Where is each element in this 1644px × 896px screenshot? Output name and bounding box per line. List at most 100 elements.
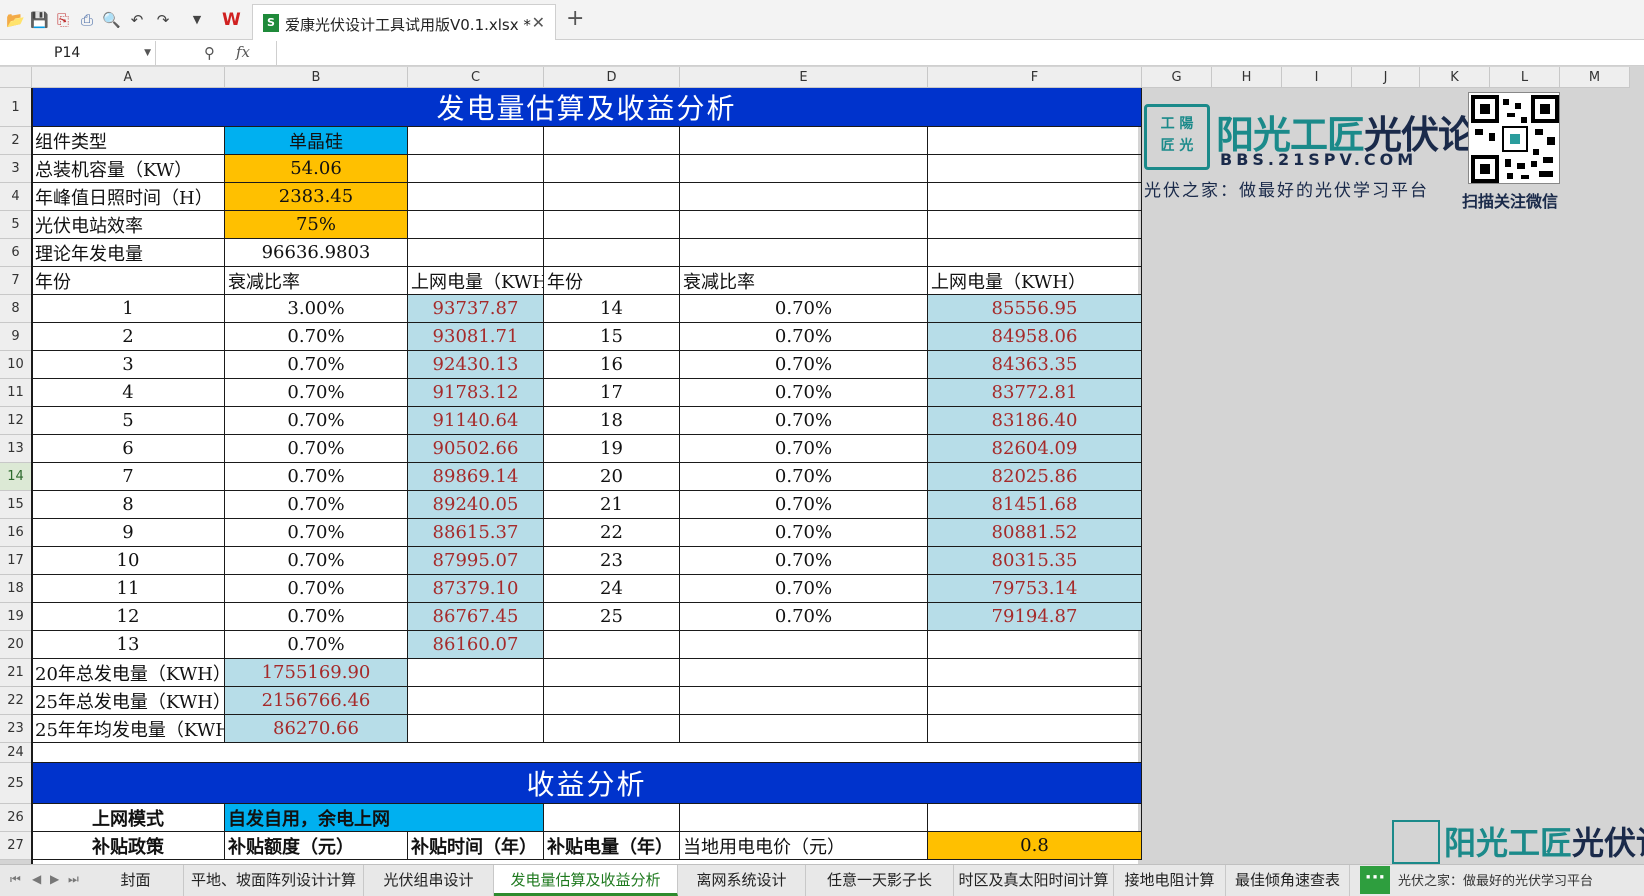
empty-cell[interactable]	[928, 211, 1142, 239]
row-header-24[interactable]: 24	[0, 743, 32, 763]
power-cell[interactable]: 92430.13	[408, 351, 544, 379]
year-cell[interactable]: 3	[32, 351, 225, 379]
column-header-i[interactable]: I	[1282, 67, 1352, 88]
empty-row[interactable]	[32, 743, 1142, 763]
empty-cell[interactable]	[928, 155, 1142, 183]
power-cell[interactable]: 84958.06	[928, 323, 1142, 351]
header-grid-power-2[interactable]: 上网电量（KWH）	[928, 267, 1142, 295]
row-header-4[interactable]: 4	[0, 183, 32, 211]
print-icon[interactable]: ⎙	[78, 11, 96, 29]
sheet-tab[interactable]: 离网系统设计	[678, 865, 806, 896]
column-header-g[interactable]: G	[1142, 67, 1212, 88]
subsidy-amount-label[interactable]: 补贴额度（元）	[225, 832, 408, 860]
row-header-8[interactable]: 8	[0, 295, 32, 323]
row-header-25[interactable]: 25	[0, 763, 32, 804]
param-value[interactable]: 单晶硅	[225, 127, 408, 155]
first-sheet-icon[interactable]: ⏮	[10, 872, 21, 887]
empty-cell[interactable]	[680, 127, 928, 155]
empty-cell[interactable]	[544, 687, 680, 715]
sheet-tab[interactable]: 光伏组串设计	[364, 865, 494, 896]
row-header-11[interactable]: 11	[0, 379, 32, 407]
year-cell[interactable]: 16	[544, 351, 680, 379]
year-cell[interactable]: 20	[544, 463, 680, 491]
row-header-1[interactable]: 1	[0, 88, 32, 127]
row-header-12[interactable]: 12	[0, 407, 32, 435]
empty-cell[interactable]	[680, 804, 928, 832]
power-cell[interactable]: 89240.05	[408, 491, 544, 519]
power-cell[interactable]: 80315.35	[928, 547, 1142, 575]
power-cell[interactable]: 86767.45	[408, 603, 544, 631]
sheet-tab[interactable]: 封面	[88, 865, 184, 896]
year-cell[interactable]: 6	[32, 435, 225, 463]
year-cell[interactable]: 9	[32, 519, 225, 547]
column-header-h[interactable]: H	[1212, 67, 1282, 88]
column-header-a[interactable]: A	[32, 67, 225, 88]
year-cell[interactable]: 11	[32, 575, 225, 603]
empty-cell[interactable]	[680, 715, 928, 743]
power-cell[interactable]: 88615.37	[408, 519, 544, 547]
total-20y-label[interactable]: 20年总发电量（KWH）	[32, 659, 225, 687]
empty-cell[interactable]	[408, 155, 544, 183]
row-header-15[interactable]: 15	[0, 491, 32, 519]
param-value[interactable]: 2383.45	[225, 183, 408, 211]
empty-cell[interactable]	[544, 211, 680, 239]
power-cell[interactable]: 93737.87	[408, 295, 544, 323]
decay-cell[interactable]: 0.70%	[680, 295, 928, 323]
power-cell[interactable]: 87379.10	[408, 575, 544, 603]
row-header-5[interactable]: 5	[0, 211, 32, 239]
new-tab-button[interactable]: +	[566, 8, 584, 30]
export-pdf-icon[interactable]: ⎘	[54, 11, 72, 29]
power-cell[interactable]: 91140.64	[408, 407, 544, 435]
empty-cell[interactable]	[408, 687, 544, 715]
decay-cell[interactable]: 0.70%	[680, 407, 928, 435]
row-header-23[interactable]: 23	[0, 715, 32, 743]
row-header-18[interactable]: 18	[0, 575, 32, 603]
row-header-17[interactable]: 17	[0, 547, 32, 575]
avg-25y-label[interactable]: 25年年均发电量（KWH	[32, 715, 225, 743]
print-preview-icon[interactable]: 🔍	[102, 11, 121, 29]
total-20y-value[interactable]: 1755169.90	[225, 659, 408, 687]
sheet-tab[interactable]: 平地、坡面阵列设计计算	[184, 865, 364, 896]
power-cell[interactable]: 84363.35	[928, 351, 1142, 379]
formula-input[interactable]	[276, 41, 1644, 65]
local-price-value[interactable]: 0.8	[928, 832, 1142, 860]
next-sheet-icon[interactable]: ▶	[50, 872, 59, 886]
empty-cell[interactable]	[928, 715, 1142, 743]
year-cell[interactable]: 12	[32, 603, 225, 631]
decay-cell[interactable]: 0.70%	[225, 323, 408, 351]
empty-cell[interactable]	[680, 631, 928, 659]
year-cell[interactable]: 24	[544, 575, 680, 603]
column-header-d[interactable]: D	[544, 67, 680, 88]
empty-cell[interactable]	[408, 183, 544, 211]
empty-cell[interactable]	[680, 659, 928, 687]
year-cell[interactable]: 7	[32, 463, 225, 491]
year-cell[interactable]: 13	[32, 631, 225, 659]
header-decay[interactable]: 衰减比率	[225, 267, 408, 295]
subsidy-policy-label[interactable]: 补贴政策	[32, 832, 225, 860]
empty-cell[interactable]	[928, 127, 1142, 155]
header-grid-power[interactable]: 上网电量（KWH	[408, 267, 544, 295]
row-header-10[interactable]: 10	[0, 351, 32, 379]
more-sheets-button[interactable]: ···	[1360, 866, 1390, 894]
power-cell[interactable]: 91783.12	[408, 379, 544, 407]
year-cell[interactable]: 25	[544, 603, 680, 631]
param-label[interactable]: 年峰值日照时间（H）	[32, 183, 225, 211]
power-cell[interactable]: 82604.09	[928, 435, 1142, 463]
decay-cell[interactable]: 0.70%	[680, 491, 928, 519]
column-header-e[interactable]: E	[680, 67, 928, 88]
redo-icon[interactable]: ↷	[154, 11, 172, 29]
row-header-26[interactable]: 26	[0, 804, 32, 832]
decay-cell[interactable]: 0.70%	[225, 519, 408, 547]
decay-cell[interactable]: 0.70%	[225, 491, 408, 519]
power-cell[interactable]: 79194.87	[928, 603, 1142, 631]
power-cell[interactable]: 83772.81	[928, 379, 1142, 407]
sheet-tab[interactable]: 接地电阻计算	[1114, 865, 1226, 896]
grid-mode-value[interactable]: 自发自用，余电上网	[225, 804, 544, 832]
undo-icon[interactable]: ↶	[128, 11, 146, 29]
year-cell[interactable]: 17	[544, 379, 680, 407]
sheet-tab[interactable]: 任意一天影子长	[806, 865, 954, 896]
open-folder-icon[interactable]: 📂	[6, 11, 25, 29]
decay-cell[interactable]: 0.70%	[680, 323, 928, 351]
name-box[interactable]: P14 ▼	[0, 41, 156, 65]
decay-cell[interactable]: 0.70%	[680, 463, 928, 491]
